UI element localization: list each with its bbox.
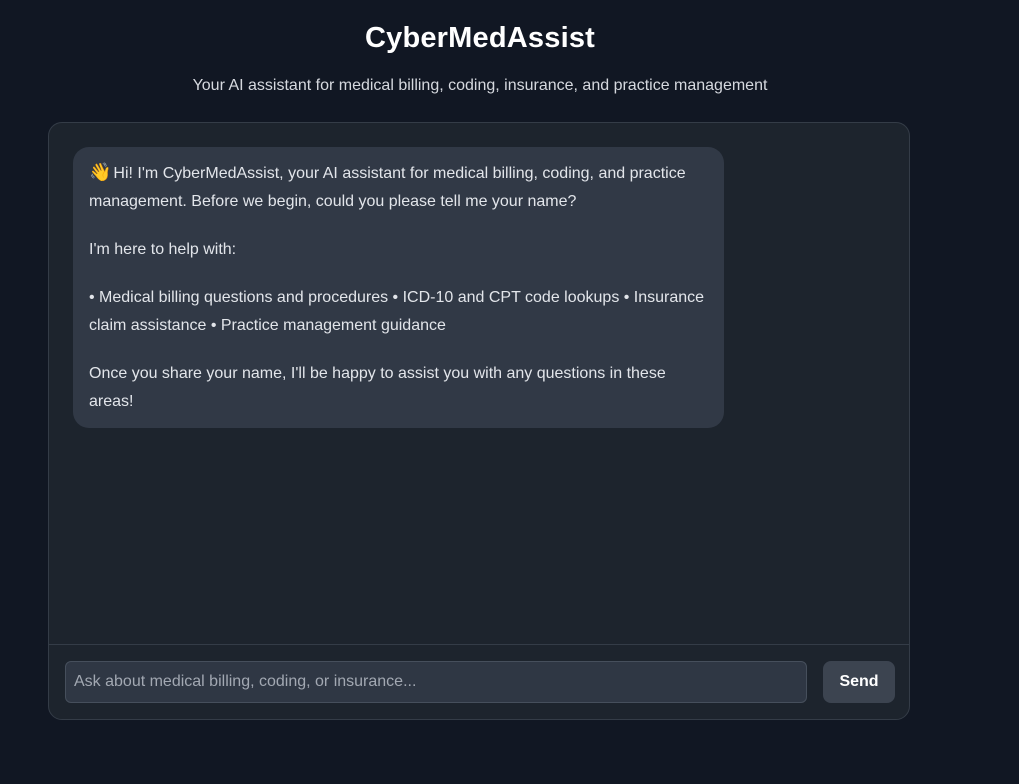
app-subtitle: Your AI assistant for medical billing, c… (192, 77, 768, 94)
message-list[interactable]: 👋 Hi! I'm CyberMedAssist, your AI assista… (49, 123, 909, 647)
message-paragraph: Once you share your name, I'll be happy … (89, 365, 666, 410)
app-title: CyberMedAssist (364, 22, 596, 54)
message-paragraph: • Medical billing questions and procedur… (89, 289, 705, 334)
chat-panel: 👋 Hi! I'm CyberMedAssist, your AI assista… (48, 122, 910, 720)
assistant-message: 👋 Hi! I'm CyberMedAssist, your AI assista… (73, 147, 724, 428)
send-button[interactable]: Send (823, 661, 895, 703)
waving-hand-icon: 👋 (89, 162, 112, 182)
chat-input[interactable] (65, 661, 807, 703)
message-paragraph: I'm here to help with: (89, 241, 237, 258)
message-text: Hi! I'm CyberMedAssist, your AI assistan… (89, 165, 686, 210)
composer-bar: Send (49, 644, 909, 719)
app-page: CyberMedAssist Your AI assistant for med… (0, 0, 1019, 784)
message-paragraph: 👋 Hi! I'm CyberMedAssist, your AI assista… (89, 160, 708, 216)
